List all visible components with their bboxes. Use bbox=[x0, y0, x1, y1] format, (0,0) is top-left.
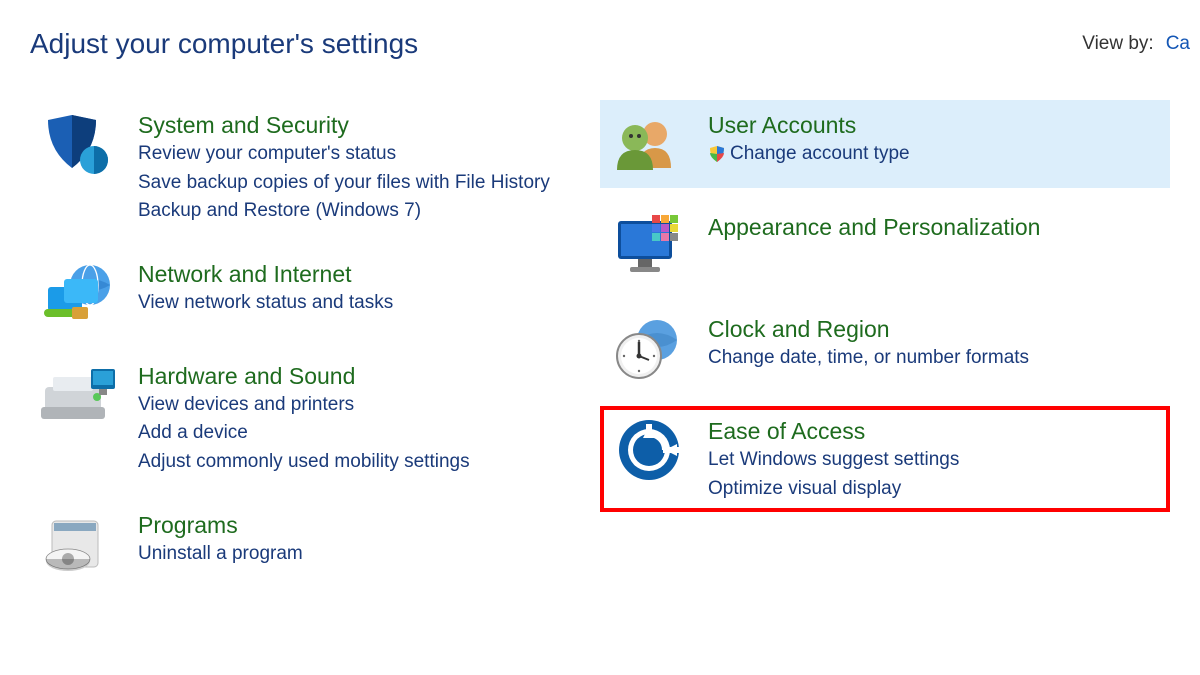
link-label: Adjust commonly used mobility settings bbox=[138, 449, 470, 476]
category-appearance: Appearance and Personalization bbox=[600, 202, 1170, 290]
category-title[interactable]: Programs bbox=[138, 512, 303, 539]
category-content: ProgramsUninstall a program bbox=[138, 510, 303, 578]
category-title[interactable]: Clock and Region bbox=[708, 316, 1029, 343]
category-link[interactable]: Adjust commonly used mobility settings bbox=[138, 449, 470, 476]
category-link[interactable]: Let Windows suggest settings bbox=[708, 447, 959, 474]
link-label: Review your computer's status bbox=[138, 141, 396, 168]
category-title[interactable]: User Accounts bbox=[708, 112, 910, 139]
link-label: View devices and printers bbox=[138, 392, 354, 419]
category-content: Appearance and Personalization bbox=[708, 212, 1040, 280]
category-content: Network and InternetView network status … bbox=[138, 259, 393, 327]
link-label: Add a device bbox=[138, 420, 248, 447]
category-link[interactable]: Add a device bbox=[138, 420, 470, 447]
category-link[interactable]: View devices and printers bbox=[138, 392, 470, 419]
link-label: Save backup copies of your files with Fi… bbox=[138, 170, 550, 197]
view-by-control[interactable]: View by: Ca bbox=[1082, 33, 1200, 55]
category-link[interactable]: Optimize visual display bbox=[708, 476, 959, 503]
category-clock: Clock and RegionChange date, time, or nu… bbox=[600, 304, 1170, 392]
page-title: Adjust your computer's settings bbox=[30, 28, 418, 60]
category-content: User Accounts Change account type bbox=[708, 110, 910, 178]
link-label: Change date, time, or number formats bbox=[708, 345, 1029, 372]
category-users: User Accounts Change account type bbox=[600, 100, 1170, 188]
ease-icon[interactable] bbox=[610, 416, 688, 484]
network-icon[interactable] bbox=[40, 259, 118, 327]
category-link[interactable]: Review your computer's status bbox=[138, 141, 550, 168]
category-link[interactable]: Uninstall a program bbox=[138, 541, 303, 568]
link-label: View network status and tasks bbox=[138, 290, 393, 317]
programs-icon[interactable] bbox=[40, 510, 118, 578]
category-content: Hardware and SoundView devices and print… bbox=[138, 361, 470, 476]
link-label: Uninstall a program bbox=[138, 541, 303, 568]
category-columns: System and SecurityReview your computer'… bbox=[0, 60, 1200, 588]
category-link[interactable]: Change date, time, or number formats bbox=[708, 345, 1029, 372]
header: Adjust your computer's settings View by:… bbox=[0, 0, 1200, 60]
link-label: Let Windows suggest settings bbox=[708, 447, 959, 474]
category-title[interactable]: Network and Internet bbox=[138, 261, 393, 288]
clock-icon[interactable] bbox=[610, 314, 688, 382]
appearance-icon[interactable] bbox=[610, 212, 688, 280]
category-ease: Ease of AccessLet Windows suggest settin… bbox=[600, 406, 1170, 512]
link-label: Backup and Restore (Windows 7) bbox=[138, 198, 421, 225]
view-by-value[interactable]: Ca bbox=[1166, 33, 1190, 55]
hardware-icon[interactable] bbox=[40, 361, 118, 429]
category-link[interactable]: View network status and tasks bbox=[138, 290, 393, 317]
category-content: System and SecurityReview your computer'… bbox=[138, 110, 550, 225]
link-label: Optimize visual display bbox=[708, 476, 901, 503]
uac-shield-icon bbox=[708, 145, 726, 163]
category-title[interactable]: Appearance and Personalization bbox=[708, 214, 1040, 241]
left-column: System and SecurityReview your computer'… bbox=[30, 100, 590, 588]
category-title[interactable]: System and Security bbox=[138, 112, 550, 139]
category-title[interactable]: Hardware and Sound bbox=[138, 363, 470, 390]
category-shield: System and SecurityReview your computer'… bbox=[30, 100, 590, 235]
view-by-label: View by: bbox=[1082, 33, 1153, 55]
category-programs: ProgramsUninstall a program bbox=[30, 500, 590, 588]
shield-icon[interactable] bbox=[40, 110, 118, 178]
category-hardware: Hardware and SoundView devices and print… bbox=[30, 351, 590, 486]
category-link[interactable]: Save backup copies of your files with Fi… bbox=[138, 170, 550, 197]
category-title[interactable]: Ease of Access bbox=[708, 418, 959, 445]
category-content: Ease of AccessLet Windows suggest settin… bbox=[708, 416, 959, 502]
category-link[interactable]: Backup and Restore (Windows 7) bbox=[138, 198, 550, 225]
users-icon[interactable] bbox=[610, 110, 688, 178]
category-link[interactable]: Change account type bbox=[708, 141, 910, 168]
right-column: User Accounts Change account type bbox=[600, 100, 1170, 588]
link-label: Change account type bbox=[730, 141, 910, 168]
category-content: Clock and RegionChange date, time, or nu… bbox=[708, 314, 1029, 382]
category-network: Network and InternetView network status … bbox=[30, 249, 590, 337]
